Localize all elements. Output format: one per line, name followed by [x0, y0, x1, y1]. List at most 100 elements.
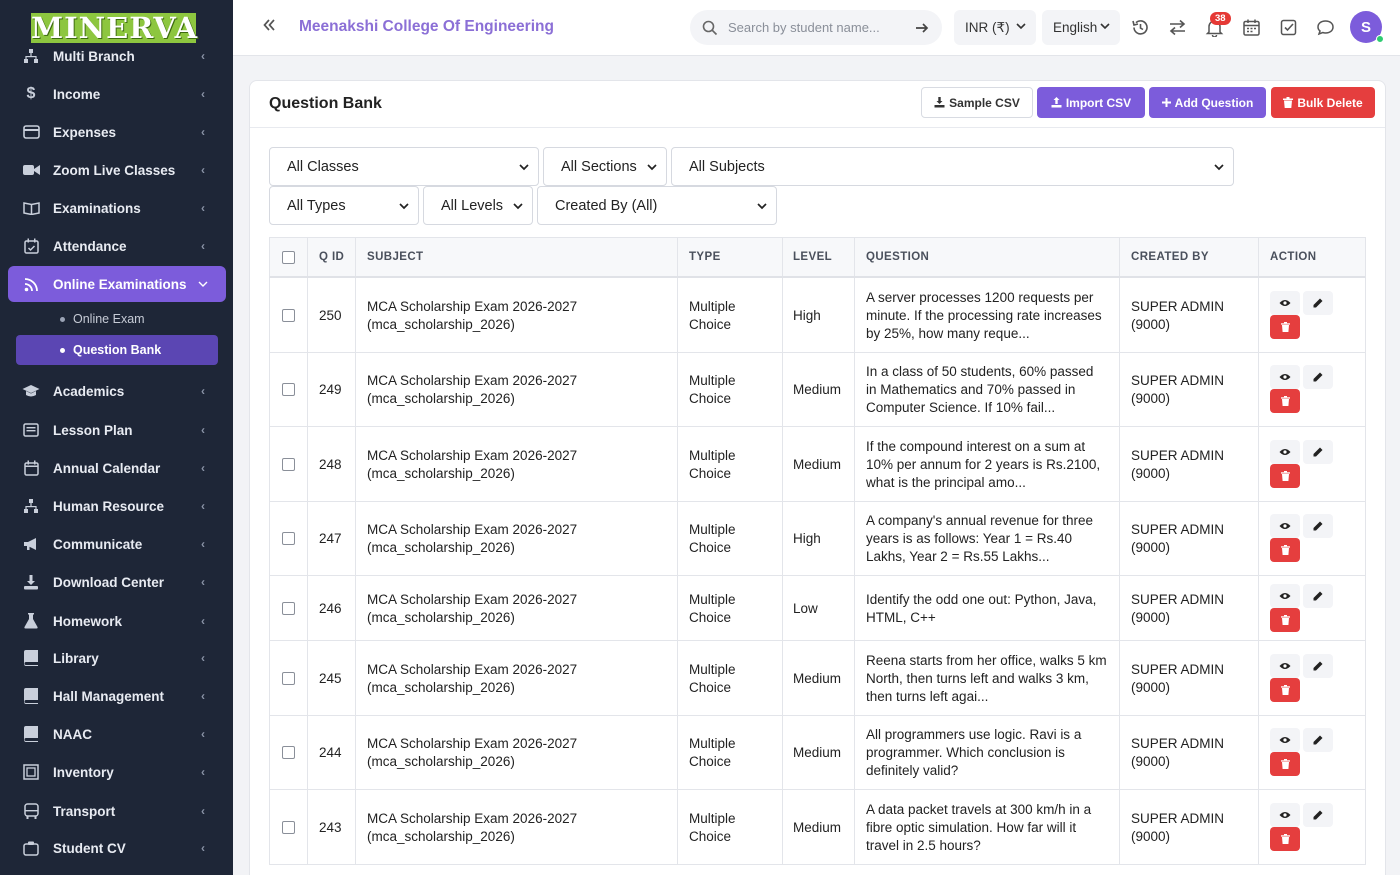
sidebar-item-library[interactable]: Library ‹: [8, 640, 226, 676]
edit-button[interactable]: [1303, 514, 1333, 538]
view-button[interactable]: [1270, 802, 1300, 827]
switch-icon[interactable]: [1168, 18, 1187, 37]
bulk-delete-button[interactable]: Bulk Delete: [1271, 87, 1375, 118]
header-created-by[interactable]: CREATED BY: [1131, 251, 1209, 263]
sidebar-item-human-resource[interactable]: Human Resource ‹: [8, 488, 226, 524]
arrow-right-icon[interactable]: [914, 20, 930, 36]
row-checkbox[interactable]: [282, 457, 295, 471]
row-checkbox[interactable]: [282, 601, 295, 615]
edit-button[interactable]: [1303, 728, 1333, 752]
edit-button[interactable]: [1303, 802, 1333, 827]
sidebar-item-download-center[interactable]: Download Center ‹: [8, 564, 226, 600]
view-button[interactable]: [1270, 365, 1300, 389]
flask-icon: [22, 612, 40, 630]
row-checkbox[interactable]: [282, 308, 295, 322]
sidebar-subitem-question-bank[interactable]: Question Bank: [16, 335, 218, 365]
sample-csv-button[interactable]: Sample CSV: [921, 87, 1033, 118]
chat-icon[interactable]: [1316, 18, 1335, 37]
header-type[interactable]: TYPE: [689, 251, 721, 263]
section-filter-select[interactable]: All Sections: [543, 147, 667, 186]
language-select[interactable]: English: [1042, 10, 1120, 45]
cell-type: Multiple: [689, 736, 736, 751]
trash-icon: [1280, 470, 1290, 481]
sidebar-item-inventory[interactable]: Inventory ‹: [8, 754, 226, 790]
column-divider: [782, 790, 783, 864]
task-check-icon[interactable]: [1279, 18, 1298, 37]
add-question-button[interactable]: Add Question: [1149, 87, 1266, 118]
import-csv-button[interactable]: Import CSV: [1037, 87, 1145, 118]
sidebar-item-examinations[interactable]: Examinations ‹: [8, 190, 226, 226]
sidebar-subitem-online-exam[interactable]: Online Exam: [16, 304, 218, 334]
row-checkbox[interactable]: [282, 532, 295, 545]
edit-button[interactable]: [1303, 290, 1333, 315]
chevron-left-icon: ‹: [201, 651, 205, 665]
cell-type: Multiple: [689, 661, 736, 677]
view-button[interactable]: [1270, 583, 1300, 608]
header-qid[interactable]: Q ID: [319, 251, 344, 263]
delete-button[interactable]: [1270, 389, 1300, 413]
edit-button[interactable]: [1303, 365, 1333, 389]
sidebar-item-attendance[interactable]: Attendance ‹: [8, 228, 226, 264]
level-filter-select[interactable]: All Levels: [423, 186, 533, 225]
sidebar-item-lesson-plan[interactable]: Lesson Plan ‹: [8, 412, 226, 448]
graduation-cap-icon: [22, 382, 40, 400]
currency-select[interactable]: INR (₹): [954, 10, 1036, 45]
view-button[interactable]: [1270, 290, 1300, 315]
header-subject[interactable]: SUBJECT: [367, 251, 423, 263]
row-checkbox[interactable]: [282, 383, 295, 396]
edit-button[interactable]: [1303, 653, 1333, 678]
sidebar-subitem-label: Question Bank: [73, 343, 162, 357]
sidebar-item-zoom-live-classes[interactable]: Zoom Live Classes ‹: [8, 152, 226, 188]
cell-type: Choice: [689, 465, 732, 481]
add-question-label: Add Question: [1174, 95, 1254, 110]
college-name[interactable]: Meenakshi College Of Engineering: [299, 18, 554, 36]
view-button[interactable]: [1270, 728, 1300, 752]
delete-button[interactable]: [1270, 607, 1300, 632]
trash-icon: [1280, 545, 1290, 555]
cell-question: minute. If the processing rate increases: [866, 307, 1102, 323]
sidebar-item-naac[interactable]: NAAC ‹: [8, 716, 226, 752]
sidebar-item-homework[interactable]: Homework ‹: [8, 603, 226, 639]
sidebar-item-online-examinations[interactable]: Online Examinations: [8, 266, 226, 302]
history-icon[interactable]: [1131, 18, 1150, 37]
trash-icon: [1280, 321, 1290, 332]
delete-button[interactable]: [1270, 538, 1300, 562]
collapse-sidebar-button[interactable]: [261, 17, 281, 37]
sidebar-item-expenses[interactable]: Expenses ‹: [8, 114, 226, 150]
cell-qid: 247: [319, 531, 342, 546]
sidebar-item-student-cv[interactable]: Student CV ‹: [8, 830, 226, 866]
type-filter-select[interactable]: All Types: [269, 186, 419, 225]
edit-button[interactable]: [1303, 583, 1333, 608]
sidebar-item-communicate[interactable]: Communicate ‹: [8, 526, 226, 562]
created-by-filter-select[interactable]: Created By (All): [537, 186, 777, 225]
sidebar-item-annual-calendar[interactable]: Annual Calendar ‹: [8, 450, 226, 486]
view-button[interactable]: [1270, 653, 1300, 678]
sidebar-item-income[interactable]: $ Income ‹: [8, 76, 226, 112]
class-filter-select[interactable]: All Classes: [269, 147, 539, 186]
calendar-icon[interactable]: [1242, 18, 1261, 37]
row-checkbox[interactable]: [282, 746, 295, 759]
view-button[interactable]: [1270, 514, 1300, 538]
sidebar-item-label: Library: [53, 650, 99, 666]
delete-button[interactable]: [1270, 677, 1300, 702]
subject-filter-select[interactable]: All Subjects: [671, 147, 1234, 186]
header-question[interactable]: QUESTION: [866, 251, 929, 263]
search-input[interactable]: [728, 20, 908, 35]
delete-button[interactable]: [1270, 826, 1300, 851]
delete-button[interactable]: [1270, 463, 1300, 488]
plus-icon: [1161, 98, 1171, 107]
row-checkbox[interactable]: [282, 671, 295, 685]
sidebar-item-label: Human Resource: [53, 498, 165, 514]
delete-button[interactable]: [1270, 314, 1300, 339]
select-all-checkbox[interactable]: [282, 251, 295, 264]
edit-button[interactable]: [1303, 439, 1333, 464]
row-checkbox[interactable]: [282, 820, 295, 834]
view-button[interactable]: [1270, 439, 1300, 464]
sidebar-item-academics[interactable]: Academics ‹: [8, 373, 226, 409]
logo[interactable]: MINERVA: [31, 13, 197, 43]
sidebar-item-label: Income: [53, 86, 101, 102]
header-level[interactable]: LEVEL: [793, 251, 832, 263]
sidebar-item-hall-management[interactable]: Hall Management ‹: [8, 678, 226, 714]
delete-button[interactable]: [1270, 752, 1300, 776]
sidebar-item-transport[interactable]: Transport ‹: [8, 793, 226, 829]
